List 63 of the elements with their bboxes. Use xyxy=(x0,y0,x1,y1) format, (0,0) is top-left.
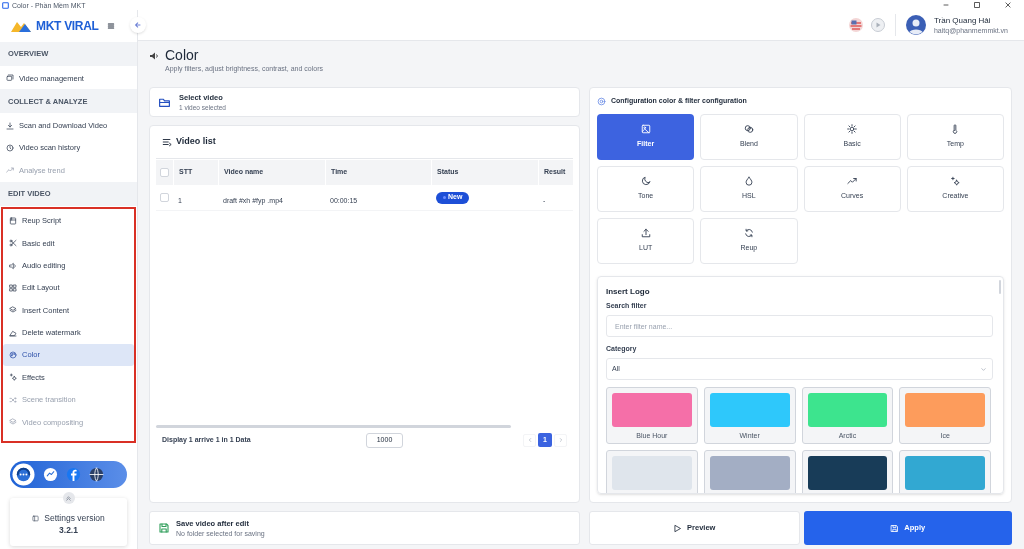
next-page-button[interactable] xyxy=(554,433,567,447)
speaker-icon xyxy=(9,261,17,270)
minimize-icon[interactable] xyxy=(942,1,950,9)
chevron-down-icon xyxy=(980,365,987,373)
play-icon xyxy=(673,523,683,533)
filter-preset-card[interactable] xyxy=(801,450,894,493)
shuffle-icon xyxy=(9,395,17,404)
sun-icon xyxy=(847,124,858,135)
checkbox[interactable] xyxy=(160,168,169,177)
palette-icon xyxy=(9,351,17,360)
page-title: Color xyxy=(165,46,200,64)
expand-button[interactable] xyxy=(62,492,75,505)
settings-label: Settings version xyxy=(44,511,105,525)
app-icon xyxy=(2,1,9,9)
headset-icon xyxy=(12,463,35,487)
refresh-icon xyxy=(743,228,754,239)
panel-icon xyxy=(32,514,40,522)
save-icon xyxy=(890,523,900,533)
logo-text: MKT VIRAL xyxy=(36,18,99,35)
chat-icon xyxy=(43,467,58,483)
drop-icon xyxy=(743,176,754,187)
image-icon xyxy=(640,124,651,135)
avatar-icon[interactable] xyxy=(905,15,926,35)
chevrons-up-icon xyxy=(65,494,72,502)
download-icon xyxy=(6,121,14,130)
video-icon xyxy=(6,74,14,83)
settings-card[interactable]: Settings version 3.2.1 xyxy=(10,498,127,547)
flag-icon[interactable] xyxy=(848,18,863,32)
trend-icon xyxy=(6,166,14,175)
section-title: Video list xyxy=(176,135,216,149)
save-icon xyxy=(158,522,170,534)
layers-icon xyxy=(9,418,17,427)
panel-title: Insert Logo xyxy=(606,286,651,298)
trend-icon xyxy=(847,176,858,187)
version-text: 3.2.1 xyxy=(59,524,78,538)
list-icon xyxy=(162,137,172,147)
sparkles-icon xyxy=(950,176,961,187)
history-icon xyxy=(6,143,14,152)
facebook-icon xyxy=(66,467,81,483)
upload-icon xyxy=(640,228,651,239)
circles-icon xyxy=(743,124,754,135)
user-name: Trần Quang Hải xyxy=(933,15,992,26)
previous-page-button[interactable] xyxy=(523,433,536,447)
eraser-icon xyxy=(9,328,17,337)
globe-icon xyxy=(89,467,104,483)
sparkles-icon xyxy=(9,373,17,382)
chevron-left-icon xyxy=(526,437,533,443)
speaker-icon xyxy=(149,51,159,61)
scrollbar[interactable] xyxy=(156,425,511,428)
close-icon[interactable] xyxy=(1004,1,1012,9)
scissors-icon xyxy=(9,239,17,248)
chevron-right-icon xyxy=(557,437,564,443)
gear-icon xyxy=(597,96,606,106)
play-icon[interactable] xyxy=(870,18,885,32)
layers-icon xyxy=(9,306,17,315)
scrollbar[interactable] xyxy=(999,280,1001,294)
document-icon xyxy=(9,216,17,225)
arrow-left-icon xyxy=(134,21,142,29)
grid-icon xyxy=(9,283,17,292)
maximize-icon[interactable] xyxy=(973,1,981,9)
menu-icon xyxy=(106,22,115,30)
moon-icon xyxy=(640,176,651,187)
checkbox[interactable] xyxy=(160,193,169,202)
